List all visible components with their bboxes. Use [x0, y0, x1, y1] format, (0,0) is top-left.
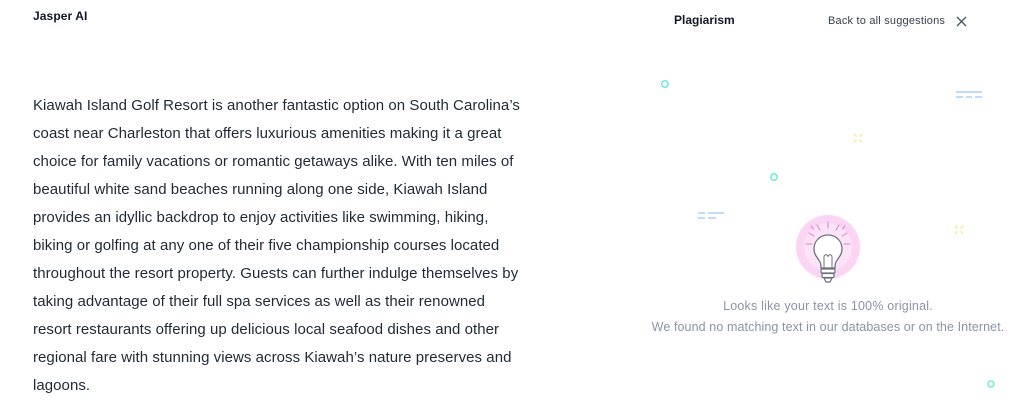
back-to-suggestions-link[interactable]: Back to all suggestions — [828, 15, 945, 27]
no-match-message: We found no matching text in our databas… — [651, 320, 1005, 334]
editor-line: coast near Charleston that offers luxuri… — [33, 125, 502, 142]
dash-decoration-icon — [956, 91, 982, 98]
sparkle-decoration-icon — [853, 133, 863, 143]
close-icon[interactable] — [955, 15, 968, 28]
editor-line: beautiful white sand beaches running alo… — [33, 181, 488, 198]
sparkle-decoration-icon — [954, 225, 964, 235]
circle-decoration-icon — [770, 173, 778, 181]
editor-line: taking advantage of their full spa servi… — [33, 293, 486, 310]
editor-line: regional fare with stunning views across… — [33, 349, 512, 366]
editor-line: Kiawah Island Golf Resort is another fan… — [33, 97, 520, 114]
dash-decoration-icon — [698, 212, 724, 219]
originality-message: Looks like your text is 100% original. — [723, 299, 933, 313]
document-editor[interactable]: Kiawah Island Golf Resort is another fan… — [33, 92, 563, 400]
lightbulb-icon — [796, 215, 860, 283]
circle-decoration-icon — [661, 80, 669, 88]
panel-title: Plagiarism — [674, 13, 735, 27]
editor-line: throughout the resort property. Guests c… — [33, 265, 519, 282]
editor-line: provides an idyllic backdrop to enjoy ac… — [33, 209, 489, 226]
app-title: Jasper AI — [33, 9, 88, 23]
circle-decoration-icon — [987, 380, 995, 388]
editor-line: resort restaurants offering up delicious… — [33, 321, 500, 338]
jasper-editor-screen: Jasper AI Kiawah Island Golf Resort is a… — [0, 0, 1014, 417]
editor-line: lagoons. — [33, 377, 91, 394]
editor-line: choice for family vacations or romantic … — [33, 153, 514, 170]
editor-line: biking or golfing at any one of their fi… — [33, 237, 500, 254]
